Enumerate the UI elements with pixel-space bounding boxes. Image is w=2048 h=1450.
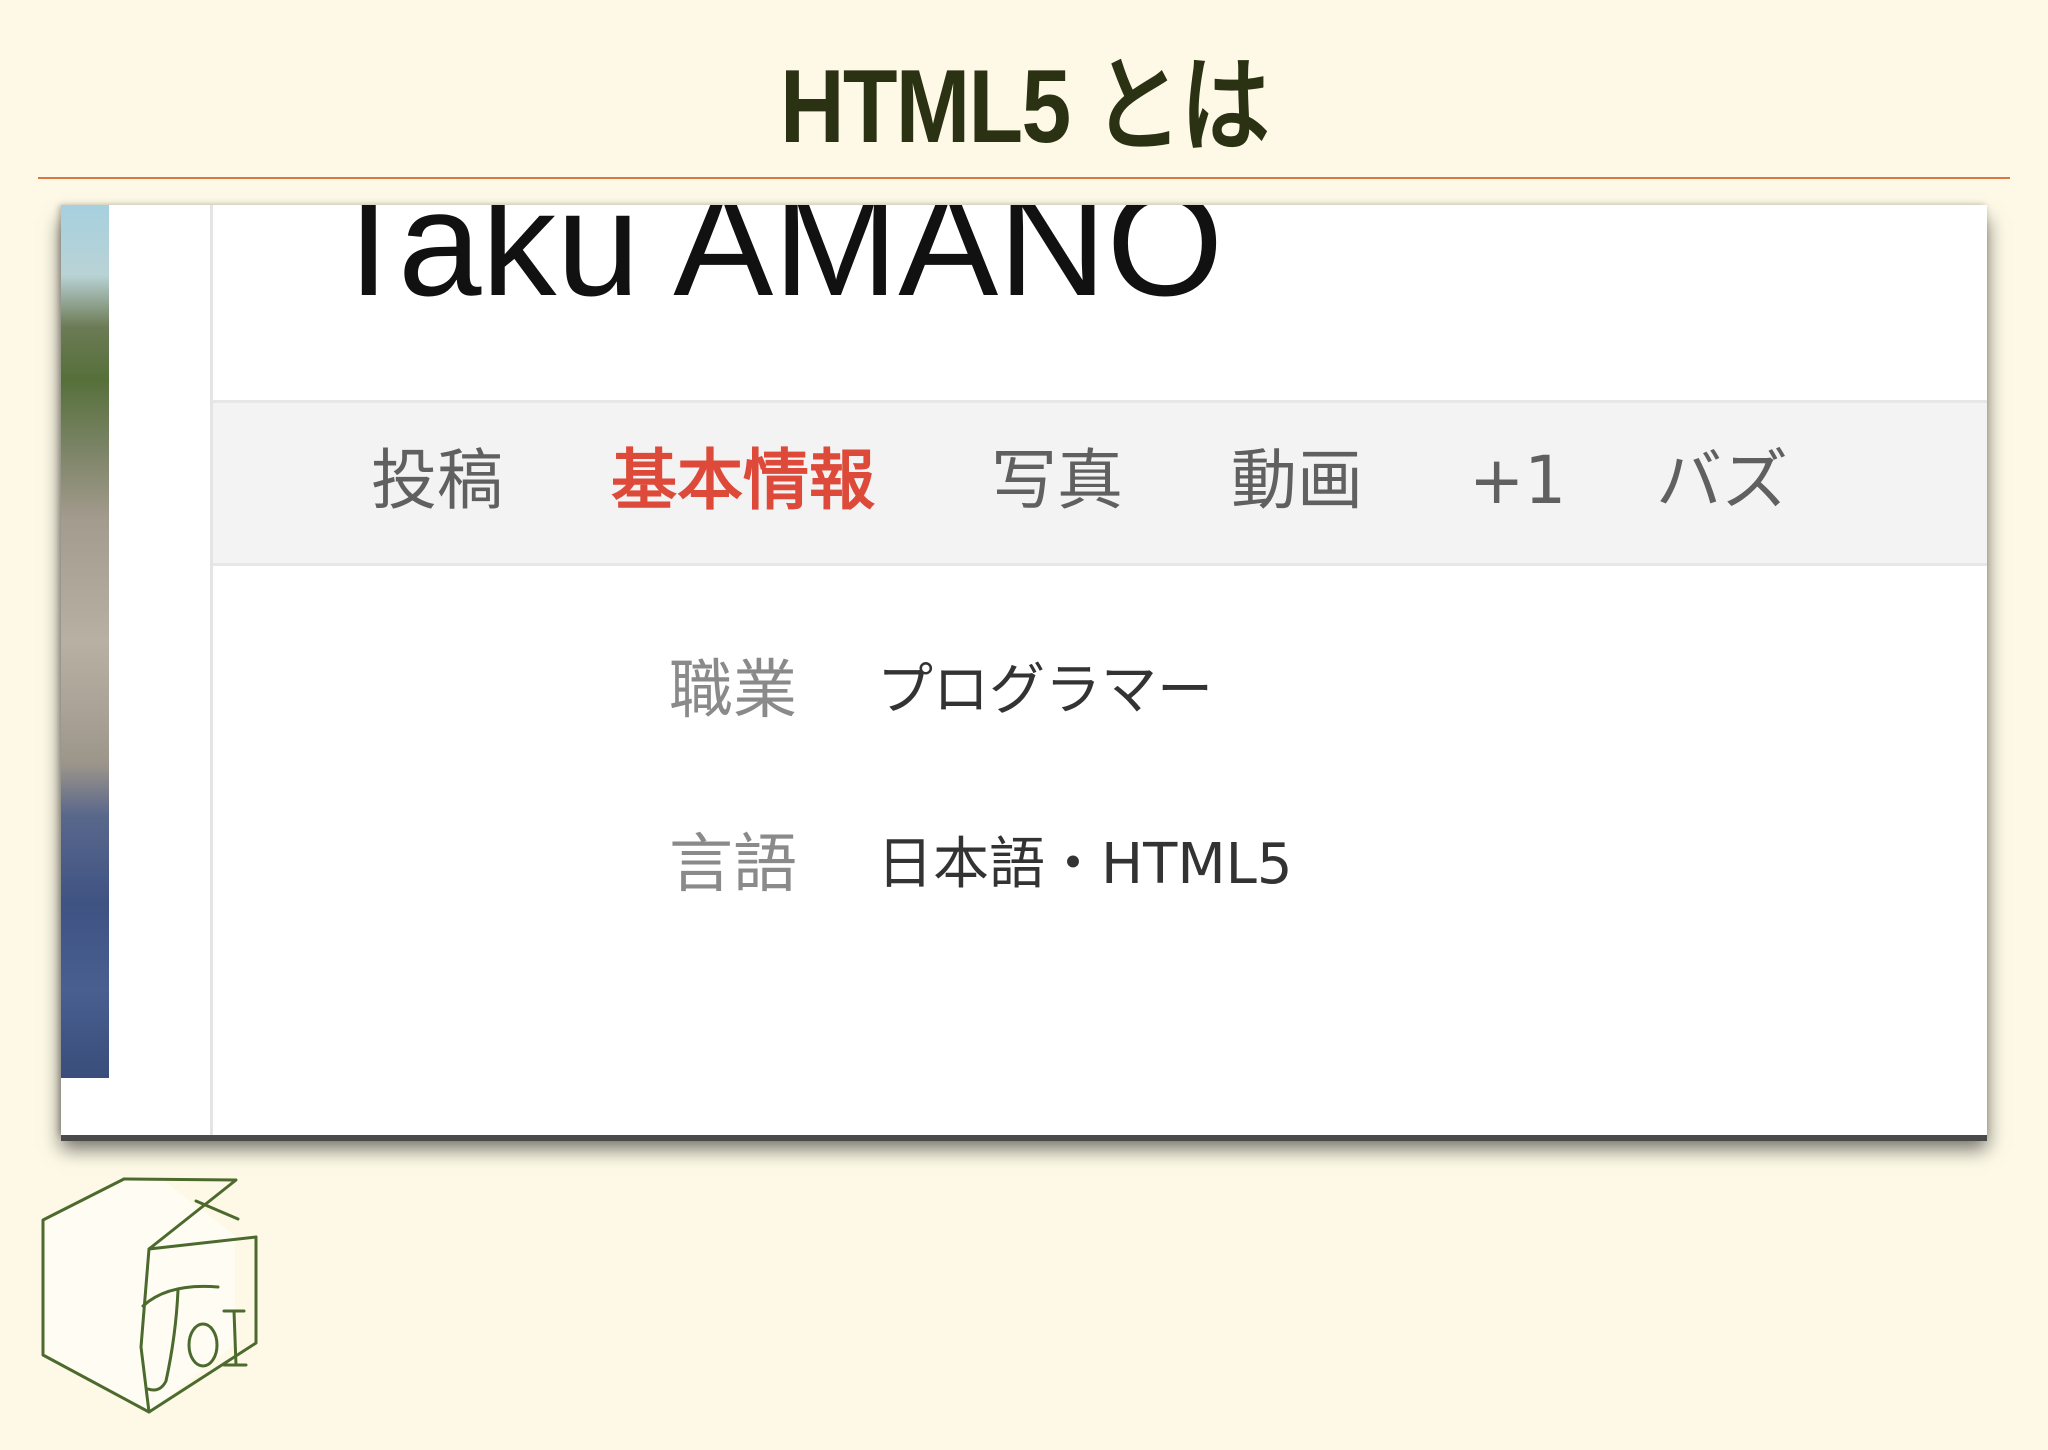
tab-videos[interactable]: 動画 [1231, 441, 1363, 521]
tab-plus-one[interactable]: +1 [1469, 441, 1566, 521]
info-value-occupation: プログラマー [877, 658, 1213, 723]
tab-basic-info[interactable]: 基本情報 [611, 441, 875, 521]
tab-posts[interactable]: 投稿 [371, 441, 503, 521]
tab-photos[interactable]: 写真 [991, 441, 1123, 521]
tab-buzz[interactable]: バズ [1656, 441, 1788, 521]
title-divider [38, 177, 2010, 179]
info-label-occupation: 職業 [669, 654, 797, 728]
profile-name: Taku AMANO [323, 205, 1224, 327]
house-logo-icon [38, 1175, 268, 1425]
info-label-language: 言語 [669, 828, 797, 902]
sidebar-divider [210, 205, 213, 1135]
info-value-language: 日本語・HTML5 [877, 832, 1293, 897]
profile-tab-bar: 投稿 基本情報 写真 動画 +1 バズ [213, 400, 1987, 566]
profile-screenshot: Taku AMANO 投稿 基本情報 写真 動画 +1 バズ 職業 プログラマー… [61, 205, 1987, 1135]
slide-title: HTML5 とは [779, 49, 1270, 165]
profile-photo [61, 205, 109, 1078]
